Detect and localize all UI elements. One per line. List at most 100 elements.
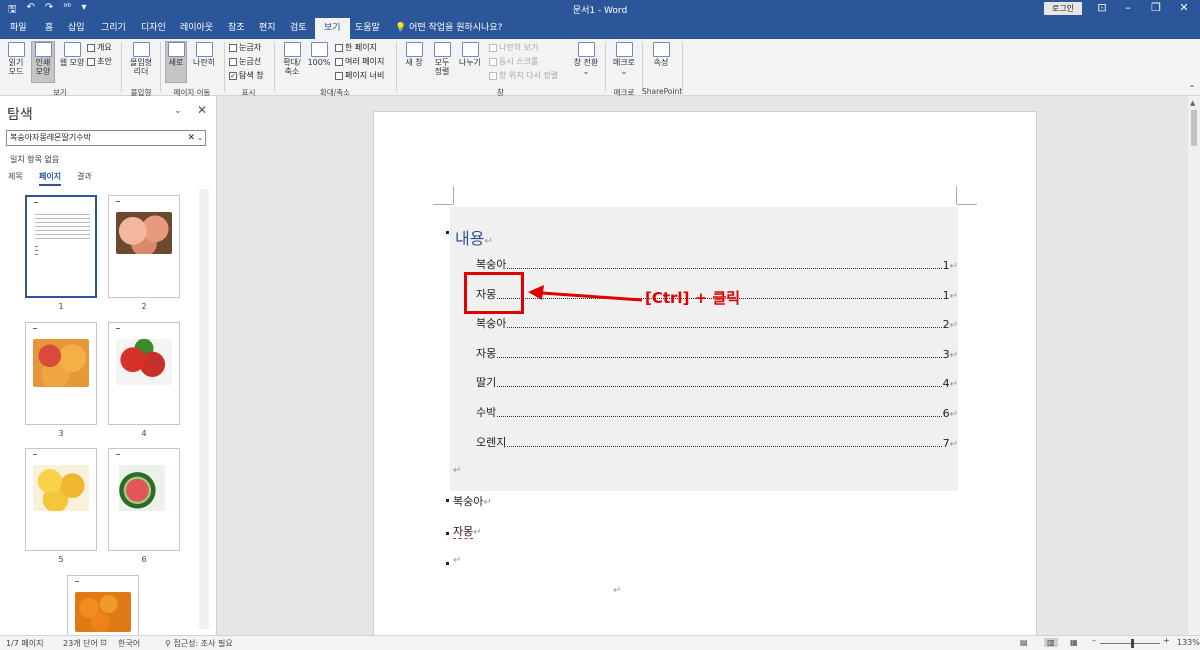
crop-mark xyxy=(957,204,977,205)
heading-peach[interactable]: 복숭아↵ xyxy=(453,493,492,509)
empty-paragraph[interactable]: ↵ xyxy=(453,463,461,476)
zoom-slider[interactable] xyxy=(1100,643,1160,644)
draft-button[interactable]: 초안 xyxy=(87,56,112,67)
page-number-label: 1 xyxy=(58,302,64,311)
close-icon[interactable]: ✕ xyxy=(197,103,207,117)
view-side-by-side-button[interactable]: 나란히 보기 xyxy=(489,42,538,53)
tab-design[interactable]: 디자인 xyxy=(136,18,171,39)
accessibility-status[interactable]: ⚲ 접근성: 조사 필요 xyxy=(165,638,233,649)
tab-help[interactable]: 도움말 xyxy=(350,18,385,39)
sync-scroll-button[interactable]: 동시 스크롤 xyxy=(489,56,538,67)
empty-paragraph[interactable]: ↵ xyxy=(613,583,621,596)
nav-tab-results[interactable]: 결과 xyxy=(77,171,92,182)
print-layout-button[interactable]: 인쇄 모양 xyxy=(31,41,55,83)
chevron-down-icon[interactable]: ⌄ xyxy=(174,106,182,116)
reset-position-icon xyxy=(489,71,497,80)
toc-entry[interactable]: 오렌지 7 ↵ xyxy=(476,434,958,450)
web-layout-button[interactable]: 웹 모양 xyxy=(57,42,87,67)
empty-paragraph[interactable]: ↵ xyxy=(453,553,461,566)
outline-button[interactable]: 개요 xyxy=(87,42,112,53)
toc-entry[interactable]: 복숭아 2 ↵ xyxy=(476,315,958,331)
clear-search-icon[interactable]: ✕ xyxy=(187,131,195,145)
page-width-button[interactable]: 페이지 너비 xyxy=(335,70,384,81)
proofing-icon[interactable]: ⊡ xyxy=(100,638,107,647)
tab-references[interactable]: 참조 xyxy=(223,18,250,39)
toc-entry[interactable]: 수박 6 ↵ xyxy=(476,404,958,420)
zoom-button[interactable]: 확대/ 축소 xyxy=(280,42,304,76)
page-thumbnail[interactable] xyxy=(108,322,180,425)
print-layout-icon[interactable]: ▥ xyxy=(1044,638,1058,647)
nav-tab-headings[interactable]: 제목 xyxy=(8,171,23,182)
minimize-icon[interactable]: – xyxy=(1118,1,1138,14)
vertical-button[interactable]: 세로 xyxy=(165,41,187,83)
word-count[interactable]: 23개 단어 xyxy=(63,638,98,649)
immersive-reader-button[interactable]: 몰입형 리더 xyxy=(127,42,155,76)
tab-home[interactable]: 홈 xyxy=(40,18,58,39)
zoom-out-icon[interactable]: – xyxy=(1092,636,1096,645)
peach-image xyxy=(116,212,172,254)
immersive-reader-icon xyxy=(132,42,150,57)
switch-windows-button[interactable]: 창 전환 ⌄ xyxy=(572,42,600,76)
multiple-pages-button[interactable]: 여러 페이지 xyxy=(335,56,384,67)
zoom-100-button[interactable]: 100% xyxy=(307,42,331,67)
language-status[interactable]: 한국어 xyxy=(118,638,140,649)
page-thumbnail[interactable] xyxy=(108,448,180,551)
nav-pane-checkbox[interactable]: ✓ 탐색 창 xyxy=(229,70,264,81)
close-icon[interactable]: ✕ xyxy=(1174,1,1194,14)
web-layout-icon[interactable]: ▦ xyxy=(1070,638,1078,647)
restore-icon[interactable]: ❐ xyxy=(1146,1,1166,14)
lemon-image xyxy=(33,465,89,511)
sync-scroll-icon xyxy=(489,57,497,66)
page-count[interactable]: 1/7 페이지 xyxy=(6,638,44,649)
chevron-down-icon: ⌄ xyxy=(582,67,590,76)
tab-file[interactable]: 파일 xyxy=(5,18,32,39)
tab-insert[interactable]: 삽입 xyxy=(63,18,90,39)
page-thumbnail[interactable] xyxy=(25,448,97,551)
page-thumbnail[interactable] xyxy=(108,195,180,298)
ruler-checkbox[interactable]: 눈금자 xyxy=(229,42,261,53)
read-mode-icon[interactable]: ▤ xyxy=(1020,638,1028,647)
properties-button[interactable]: 속성 xyxy=(648,42,674,67)
zoom-in-icon[interactable]: + xyxy=(1163,636,1170,645)
tab-view[interactable]: 보기 xyxy=(315,18,350,39)
one-page-button[interactable]: 한 페이지 xyxy=(335,42,377,53)
read-mode-button[interactable]: 읽기 모드 xyxy=(4,42,28,76)
page-thumbnail[interactable] xyxy=(25,195,97,298)
page-thumbnail[interactable] xyxy=(25,322,97,425)
tab-layout[interactable]: 레이아웃 xyxy=(175,18,218,39)
nav-pane-scrollbar[interactable] xyxy=(199,189,209,629)
zoom-level[interactable]: 133% xyxy=(1177,638,1200,647)
tab-review[interactable]: 검토 xyxy=(285,18,312,39)
draft-icon xyxy=(87,57,95,66)
grapefruit-image xyxy=(33,339,89,387)
toc-entry[interactable]: 딸기 4 ↵ xyxy=(476,374,958,390)
macros-button[interactable]: 매크로 ⌄ xyxy=(610,42,638,76)
tab-draw[interactable]: 그리기 xyxy=(96,18,131,39)
login-button[interactable]: 로그인 xyxy=(1044,2,1082,15)
side-to-side-button[interactable]: 나란히 xyxy=(191,42,217,67)
toc-entry[interactable]: 복숭아 1 ↵ xyxy=(476,256,958,272)
toc-entry[interactable]: 자몽 3 ↵ xyxy=(476,345,958,361)
chevron-down-icon[interactable]: ⌄ xyxy=(197,131,203,145)
nav-search-input[interactable]: 복숭아자몽레몬딸기수박 ✕ ⌄ xyxy=(6,130,206,146)
gridlines-checkbox[interactable]: 눈금선 xyxy=(229,56,261,67)
split-button[interactable]: 나누기 xyxy=(457,42,483,67)
scroll-thumb[interactable] xyxy=(1191,110,1197,146)
one-page-icon xyxy=(335,43,343,52)
page-thumbnail[interactable] xyxy=(67,575,139,635)
arrange-all-button[interactable]: 모두 정렬 xyxy=(430,42,454,76)
nav-tab-pages[interactable]: 페이지 xyxy=(39,171,62,186)
accessibility-icon: ⚲ xyxy=(165,639,171,648)
ribbon-display-icon[interactable]: ⊡ xyxy=(1092,1,1112,14)
highlight-box xyxy=(464,272,524,314)
ribbon-divider xyxy=(274,42,275,92)
tell-me-search[interactable]: 💡 어떤 작업을 원하시나요? xyxy=(395,18,502,39)
document-scrollbar[interactable]: ▲ xyxy=(1188,96,1200,635)
heading-grapefruit[interactable]: 자몽↵ xyxy=(453,523,482,539)
zoom-slider-thumb[interactable] xyxy=(1131,639,1134,648)
collapse-ribbon-icon[interactable]: ⌃ xyxy=(1187,84,1197,93)
scroll-up-icon[interactable]: ▲ xyxy=(1190,99,1195,107)
tab-mailings[interactable]: 편지 xyxy=(254,18,281,39)
new-window-button[interactable]: 새 창 xyxy=(402,42,426,67)
reset-window-position-button[interactable]: 창 위치 다시 정렬 xyxy=(489,70,558,81)
